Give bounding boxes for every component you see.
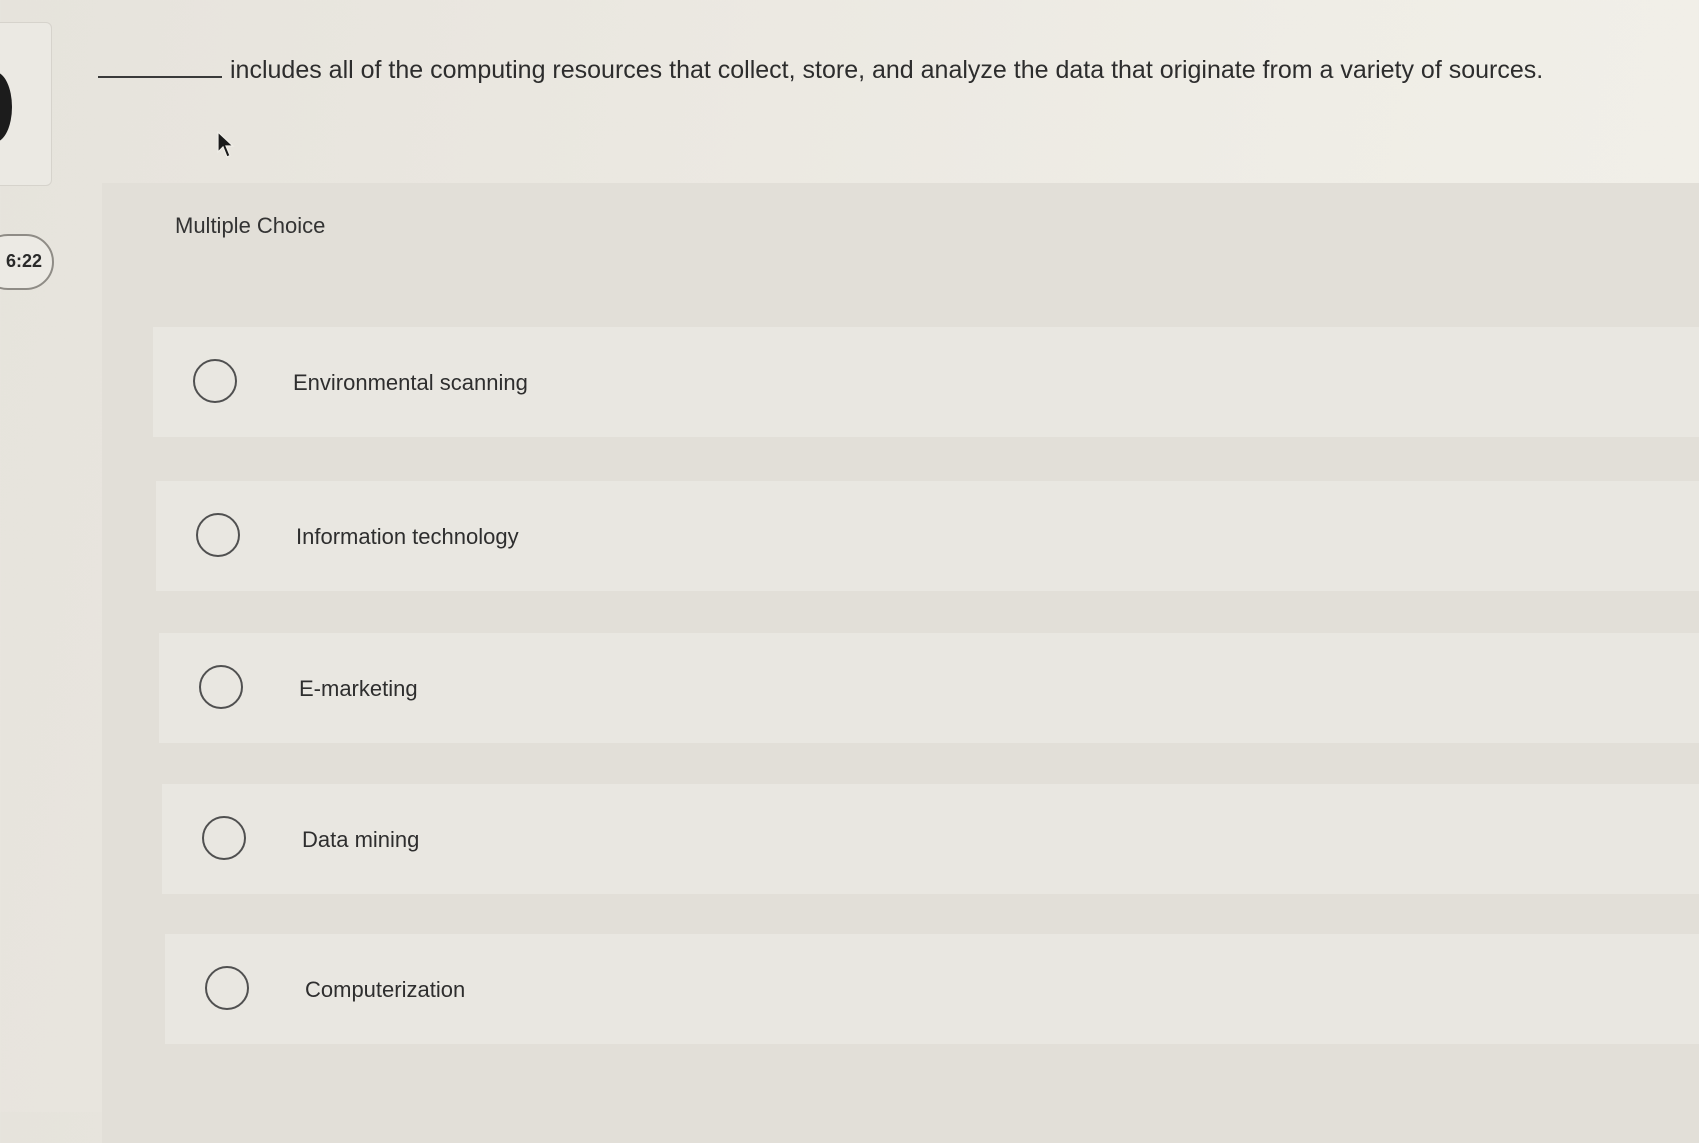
timer-badge: 6:22 (0, 234, 54, 290)
option-environmental-scanning[interactable]: Environmental scanning (153, 327, 1699, 437)
question-stem: includes all of the computing resources … (98, 56, 1698, 85)
option-label: Environmental scanning (293, 370, 528, 395)
question-text: includes all of the computing resources … (230, 56, 1544, 84)
radio-button[interactable] (196, 513, 240, 557)
radio-button[interactable] (205, 966, 249, 1010)
option-information-technology[interactable]: Information technology (156, 481, 1699, 591)
answer-blank (98, 76, 222, 78)
option-computerization[interactable]: Computerization (165, 934, 1699, 1044)
option-data-mining[interactable]: Data mining (162, 784, 1699, 894)
option-e-marketing[interactable]: E-marketing (159, 633, 1699, 743)
timer-text: 6:22 (5, 251, 42, 271)
mouse-pointer-icon (217, 130, 235, 158)
radio-button[interactable] (202, 816, 246, 860)
option-label: Information technology (296, 524, 519, 549)
radio-button[interactable] (193, 359, 237, 403)
option-label: Data mining (302, 827, 420, 852)
option-label: Computerization (305, 977, 466, 1002)
question-type-label: Multiple Choice (175, 213, 326, 238)
radio-button[interactable] (199, 665, 243, 709)
option-label: E-marketing (299, 676, 418, 701)
